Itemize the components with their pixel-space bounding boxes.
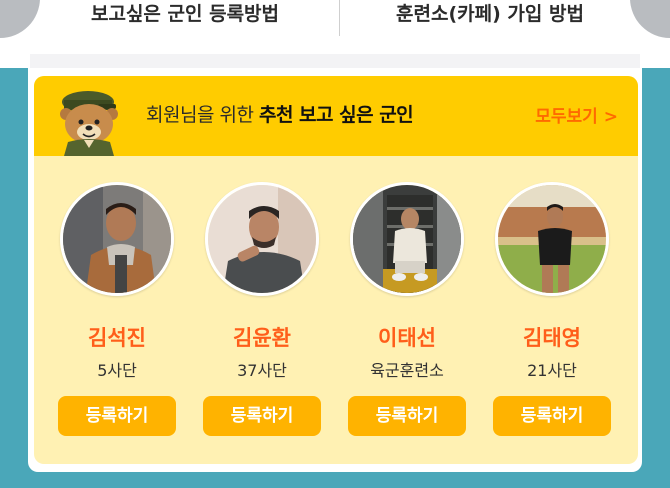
soldier-card: 김윤환 37사단 등록하기	[197, 172, 323, 442]
soldier-card: 김석진 5사단 등록하기	[52, 172, 178, 442]
tab-divider	[339, 0, 340, 36]
register-button[interactable]: 등록하기	[58, 396, 176, 436]
soldier-card: 김태영 21사단 등록하기	[487, 172, 613, 442]
soldier-name: 이태선	[378, 326, 436, 350]
register-button[interactable]: 등록하기	[203, 396, 321, 436]
recommend-panel: 회원님을 위한 추천 보고 싶은 군인 모두보기 > 김석진 5사단 등록하기 …	[28, 68, 642, 472]
soldier-avatar[interactable]	[205, 182, 319, 296]
soldier-unit: 5사단	[97, 361, 137, 380]
soldier-card: 이태선 육군훈련소 등록하기	[342, 172, 468, 442]
recommend-title-emphasis: 추천 보고 싶은 군인	[258, 104, 414, 126]
recommend-title-prefix: 회원님을 위한	[146, 104, 259, 126]
soldier-avatar[interactable]	[60, 182, 174, 296]
tab-bar-shadow	[30, 54, 640, 68]
soldier-name: 김태영	[523, 326, 581, 350]
soldier-avatar[interactable]	[350, 182, 464, 296]
register-button[interactable]: 등록하기	[348, 396, 466, 436]
soldier-unit: 37사단	[237, 361, 287, 380]
tab-soldier-registration-guide[interactable]: 보고싶은 군인 등록방법	[40, 0, 330, 34]
recommend-box: 회원님을 위한 추천 보고 싶은 군인 모두보기 > 김석진 5사단 등록하기 …	[34, 76, 638, 464]
register-button[interactable]: 등록하기	[493, 396, 611, 436]
soldier-unit: 21사단	[527, 361, 577, 380]
soldier-list: 김석진 5사단 등록하기 김윤환 37사단 등록하기 이태선 육군훈련소 등록하…	[34, 172, 638, 442]
soldier-avatar[interactable]	[495, 182, 609, 296]
tab-cafe-join-guide[interactable]: 훈련소(카페) 가입 방법	[345, 0, 635, 34]
soldier-name: 김윤환	[233, 326, 291, 350]
tab-corner-right	[630, 0, 670, 38]
soldier-unit: 육군훈련소	[370, 361, 444, 380]
top-tab-bar: 보고싶은 군인 등록방법 훈련소(카페) 가입 방법	[0, 0, 670, 68]
soldier-name: 김석진	[88, 326, 146, 350]
tab-corner-left	[0, 0, 40, 38]
recommend-title: 회원님을 위한 추천 보고 싶은 군인	[146, 100, 414, 127]
see-all-link[interactable]: 모두보기 >	[535, 102, 618, 127]
bear-soldier-mascot-icon	[60, 91, 118, 156]
recommend-header: 회원님을 위한 추천 보고 싶은 군인 모두보기 >	[34, 76, 638, 156]
